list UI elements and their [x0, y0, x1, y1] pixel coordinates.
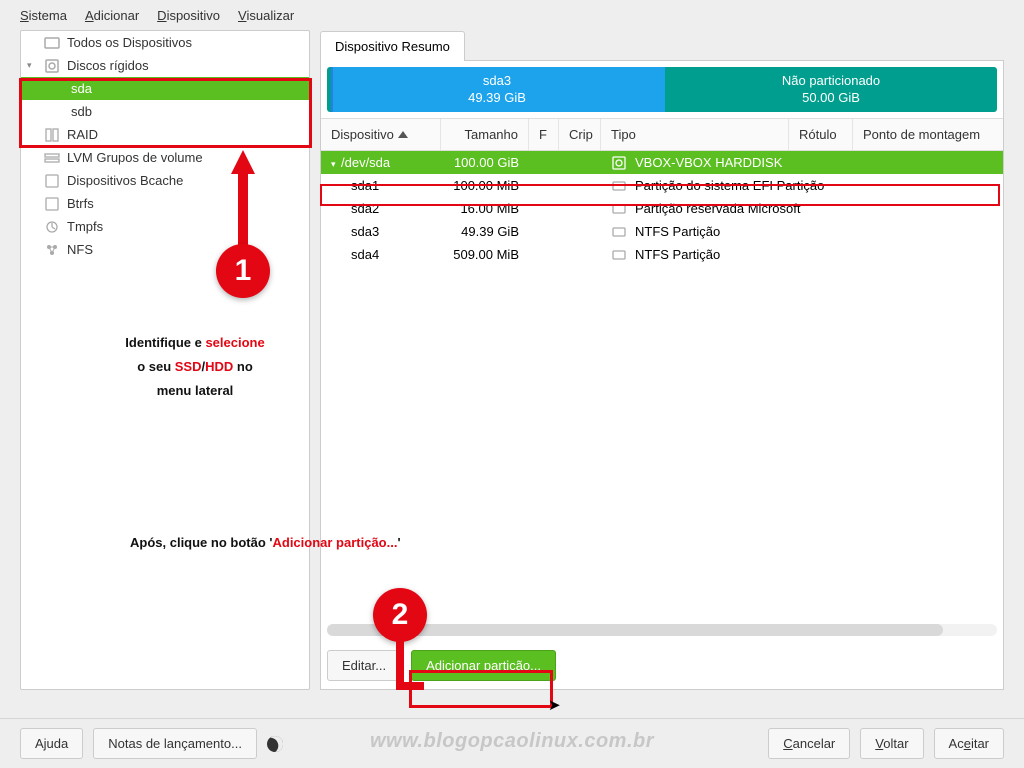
scrollbar-thumb[interactable] — [327, 624, 943, 636]
label: Dispositivos Bcache — [67, 173, 183, 188]
bcache-icon — [43, 172, 61, 190]
raid-icon — [43, 126, 61, 144]
sidebar-hard-disks[interactable]: ▾ Discos rígidos — [21, 54, 309, 77]
help-button[interactable]: Ajuda — [20, 728, 83, 759]
hdd-icon — [43, 57, 61, 75]
table-row[interactable]: sda2 16.00 MiB Partição reservada Micros… — [321, 197, 1003, 220]
label: Discos rígidos — [67, 58, 149, 73]
edit-button[interactable]: Editar... — [327, 650, 401, 681]
seg-size: 49.39 GiB — [468, 90, 526, 107]
sidebar-btrfs[interactable]: Btrfs — [21, 192, 309, 215]
release-notes-button[interactable]: Notas de lançamento... — [93, 728, 257, 759]
label: RAID — [67, 127, 98, 142]
label: sda — [71, 81, 92, 96]
sidebar-disk-sdb[interactable]: sdb — [21, 100, 309, 123]
dark-mode-icon[interactable] — [265, 733, 286, 754]
label: Todos os Dispositivos — [67, 35, 192, 50]
menu-visualizar[interactable]: Visualizar — [238, 8, 294, 23]
lvm-icon — [43, 149, 61, 167]
cancel-button[interactable]: Cancelar — [768, 728, 850, 759]
col-mount[interactable]: Ponto de montagem — [853, 119, 1003, 150]
back-button[interactable]: Voltar — [860, 728, 923, 759]
label: Btrfs — [67, 196, 94, 211]
seg-name: sda3 — [483, 73, 511, 90]
sidebar-bcache[interactable]: Dispositivos Bcache — [21, 169, 309, 192]
sidebar-lvm[interactable]: LVM Grupos de volume — [21, 146, 309, 169]
seg-name: Não particionado — [782, 73, 880, 90]
partition-icon — [611, 224, 631, 240]
sort-asc-icon — [398, 131, 408, 138]
accept-button[interactable]: Aceitar — [934, 728, 1004, 759]
wizard-footer: Ajuda Notas de lançamento... Cancelar Vo… — [0, 718, 1024, 768]
seg-size: 50.00 GiB — [802, 90, 860, 107]
nfs-icon — [43, 241, 61, 259]
col-f[interactable]: F — [529, 119, 559, 150]
table-row[interactable]: ▾/dev/sda 100.00 GiB VBOX-VBOX HARDDISK — [321, 151, 1003, 174]
partition-icon — [611, 178, 631, 194]
menu-sistema[interactable]: SSistemaistema — [20, 8, 67, 23]
add-partition-button[interactable]: Adicionar partição... — [411, 650, 556, 681]
cursor-icon: ➤ — [548, 696, 561, 714]
seg-unpartitioned: Não particionado 50.00 GiB — [665, 67, 997, 112]
devices-icon — [43, 34, 61, 52]
label: NFS — [67, 242, 93, 257]
tab-bar: Dispositivo Resumo — [320, 30, 1004, 60]
sidebar-tmpfs[interactable]: Tmpfs — [21, 215, 309, 238]
menu-dispositivo[interactable]: Dispositivo — [157, 8, 220, 23]
label: LVM Grupos de volume — [67, 150, 203, 165]
label: Tmpfs — [67, 219, 103, 234]
partition-table[interactable]: ▾/dev/sda 100.00 GiB VBOX-VBOX HARDDISK … — [321, 151, 1003, 620]
collapse-icon[interactable]: ▾ — [27, 60, 37, 71]
table-row[interactable]: sda4 509.00 MiB NTFS Partição — [321, 243, 1003, 266]
btrfs-icon — [43, 195, 61, 213]
table-row[interactable]: sda3 49.39 GiB NTFS Partição — [321, 220, 1003, 243]
expand-icon[interactable]: ▾ — [331, 159, 341, 170]
col-label[interactable]: Rótulo — [789, 119, 853, 150]
col-size[interactable]: Tamanho — [441, 119, 529, 150]
col-crip[interactable]: Crip — [559, 119, 601, 150]
menubar: SSistemaistema Adicionar Dispositivo Vis… — [0, 0, 1024, 30]
tab-device-summary[interactable]: Dispositivo Resumo — [320, 31, 465, 61]
table-header: Dispositivo Tamanho F Crip Tipo Rótulo P… — [321, 118, 1003, 151]
col-type[interactable]: Tipo — [601, 119, 789, 150]
sidebar-disk-sda[interactable]: sda — [21, 77, 309, 100]
col-device[interactable]: Dispositivo — [321, 119, 441, 150]
disk-usage-bar: sda3 49.39 GiB Não particionado 50.00 Gi… — [327, 67, 997, 112]
sidebar-all-devices[interactable]: Todos os Dispositivos — [21, 31, 309, 54]
device-summary-panel: sda3 49.39 GiB Não particionado 50.00 Gi… — [320, 60, 1004, 690]
hdd-icon — [611, 155, 631, 171]
device-tree[interactable]: Todos os Dispositivos ▾ Discos rígidos s… — [20, 30, 310, 690]
sidebar-raid[interactable]: RAID — [21, 123, 309, 146]
seg-sda3: sda3 49.39 GiB — [333, 67, 661, 112]
sidebar-nfs[interactable]: NFS — [21, 238, 309, 261]
horizontal-scrollbar[interactable] — [327, 624, 997, 636]
tmpfs-icon — [43, 218, 61, 236]
table-row[interactable]: sda1 100.00 MiB Partição do sistema EFI … — [321, 174, 1003, 197]
label: sdb — [71, 104, 92, 119]
partition-icon — [611, 201, 631, 217]
menu-adicionar[interactable]: Adicionar — [85, 8, 139, 23]
partition-icon — [611, 247, 631, 263]
